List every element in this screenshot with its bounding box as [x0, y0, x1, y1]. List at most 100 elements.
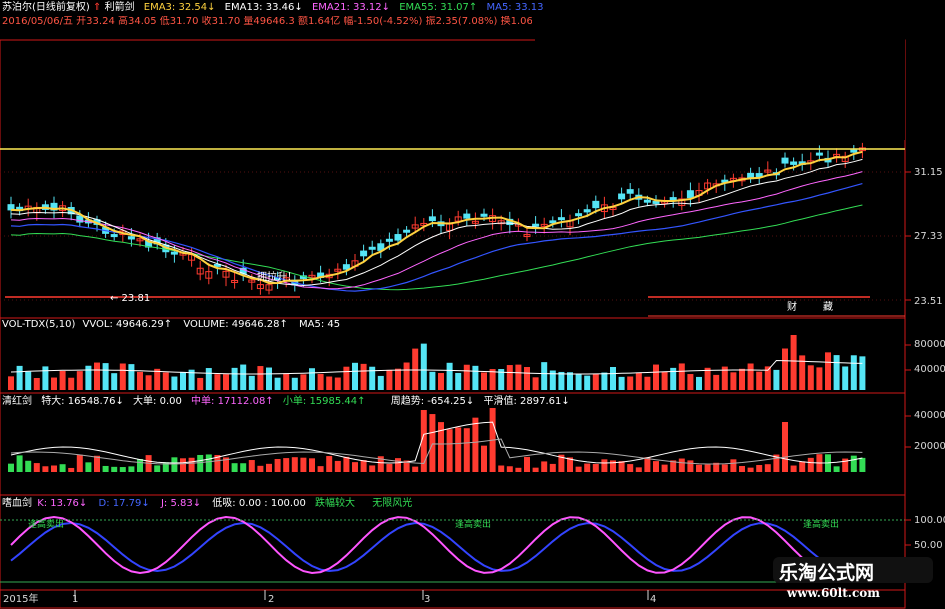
- volume-bar: [334, 377, 341, 390]
- volume-bar: [223, 374, 229, 390]
- volume-bar: [541, 362, 548, 390]
- volume-bar: [446, 362, 453, 390]
- money-bar: [764, 464, 771, 472]
- volume-bar: [558, 371, 565, 390]
- sell-label-1: 逢高卖出: [28, 520, 65, 530]
- medium-order-readout: 中单: 17112.08↑: [191, 396, 274, 407]
- kdj-header: 嗜血剑 K: 13.76↓ D: 17.79↓ J: 5.83↓ 低吸: 0.0…: [2, 498, 412, 510]
- money-bar: [171, 457, 178, 472]
- kdj-d-line: [10, 521, 863, 573]
- volume-bar: [386, 369, 393, 390]
- low-buy-readout: 低吸: 0.00 : 100.00: [212, 498, 306, 509]
- volume-bar: [704, 367, 711, 390]
- volume-bar: [102, 363, 109, 390]
- volume-bar: [317, 373, 324, 390]
- large-order-readout: 大单: 0.00: [133, 396, 182, 407]
- money-bar: [455, 427, 462, 472]
- volume-bar: [850, 355, 857, 390]
- volume-bar: [833, 355, 840, 390]
- volume-bar: [291, 377, 298, 390]
- volume-bar: [481, 372, 487, 390]
- sell-label-3: 逢高卖出: [803, 520, 840, 530]
- money-bar: [532, 467, 539, 472]
- vol-ma5-readout: MA5: 45: [299, 319, 341, 330]
- unlimited-view-readout: 无限风光: [372, 498, 413, 509]
- volume-bar: [16, 365, 23, 390]
- money-bar: [248, 460, 255, 472]
- money-bar: [42, 466, 49, 472]
- candle-body: [583, 209, 591, 213]
- money-bar: [94, 455, 100, 472]
- volume-bar: [807, 365, 814, 390]
- money-bar: [799, 461, 806, 472]
- money-header: 清红剑 特大: 16548.76↓ 大单: 0.00 中单: 17112.08↑…: [2, 396, 570, 408]
- volume-bar: [248, 375, 255, 390]
- money-bar: [25, 460, 32, 472]
- money-bar: [266, 463, 272, 472]
- volume-bar: [128, 364, 135, 390]
- money-line-1: [10, 421, 863, 464]
- low-price-label: ← 23.81: [110, 293, 151, 304]
- vol-indicator-name: VOL-TDX(5,10): [2, 319, 76, 330]
- volume-bar: [360, 363, 367, 390]
- money-bar: [291, 457, 298, 472]
- volume-bar: [274, 377, 281, 390]
- money-bar: [33, 463, 40, 472]
- candle-body: [815, 152, 823, 156]
- money-bar: [283, 458, 290, 472]
- money-bar: [231, 463, 238, 472]
- money-bar: [240, 463, 247, 472]
- candle-body: [403, 229, 411, 233]
- ema21-readout: EMA21: 33.12↓: [311, 2, 391, 13]
- money-bar: [610, 460, 616, 472]
- money-bar: [782, 422, 788, 472]
- volume-bar: [377, 375, 384, 390]
- volume-bar: [395, 368, 401, 390]
- quote-line: 2016/05/06/五 开33.24 高34.05 低31.70 收31.70…: [2, 16, 532, 27]
- money-bar: [850, 455, 857, 472]
- money-bar: [102, 465, 109, 472]
- volume-bar: [601, 372, 608, 390]
- money-bar: [188, 457, 195, 472]
- vol-header: VOL-TDX(5,10) VVOL: 49646.29↑ VOLUME: 49…: [2, 319, 340, 331]
- volume-bar: [825, 352, 831, 390]
- volume-bar: [412, 348, 419, 390]
- money-bar: [463, 428, 470, 472]
- volume-bar: [756, 371, 763, 390]
- volume-bar: [85, 365, 92, 390]
- volume-bar: [532, 377, 539, 390]
- volume-bar: [42, 366, 49, 390]
- volume-bar: [627, 376, 634, 390]
- money-bar: [524, 456, 530, 472]
- vol-tick-2: 40000: [914, 364, 945, 375]
- money-bar: [300, 457, 307, 472]
- candle-body: [781, 157, 789, 164]
- candle-body: [463, 213, 471, 219]
- j-readout: J: 5.83↓: [160, 498, 202, 509]
- money-bar: [8, 463, 14, 472]
- vvol-readout: VVOL: 49646.29↑: [82, 319, 173, 330]
- volume-bar: [575, 374, 582, 390]
- volume-bar: [472, 365, 479, 390]
- money-bar: [412, 466, 419, 472]
- volume-bar: [180, 371, 186, 390]
- money-bar: [111, 466, 118, 472]
- candle-body: [385, 238, 393, 242]
- candle-body: [790, 161, 798, 165]
- candle-body: [360, 250, 368, 257]
- d-readout: D: 17.79↓: [98, 498, 150, 509]
- money-bar: [515, 467, 522, 472]
- money-bar: [653, 461, 659, 472]
- candle-body: [850, 149, 858, 153]
- volume-bar: [119, 363, 126, 390]
- money-bar: [498, 465, 505, 472]
- price-tick-3: 23.51: [914, 296, 943, 307]
- volume-bar: [747, 363, 754, 390]
- money-bar: [601, 459, 608, 472]
- money-bar: [257, 465, 264, 472]
- money-bar: [76, 454, 83, 472]
- money-bar: [584, 463, 591, 472]
- money-bar: [85, 462, 92, 472]
- money-bar: [833, 466, 840, 472]
- volume-bar: [816, 367, 823, 390]
